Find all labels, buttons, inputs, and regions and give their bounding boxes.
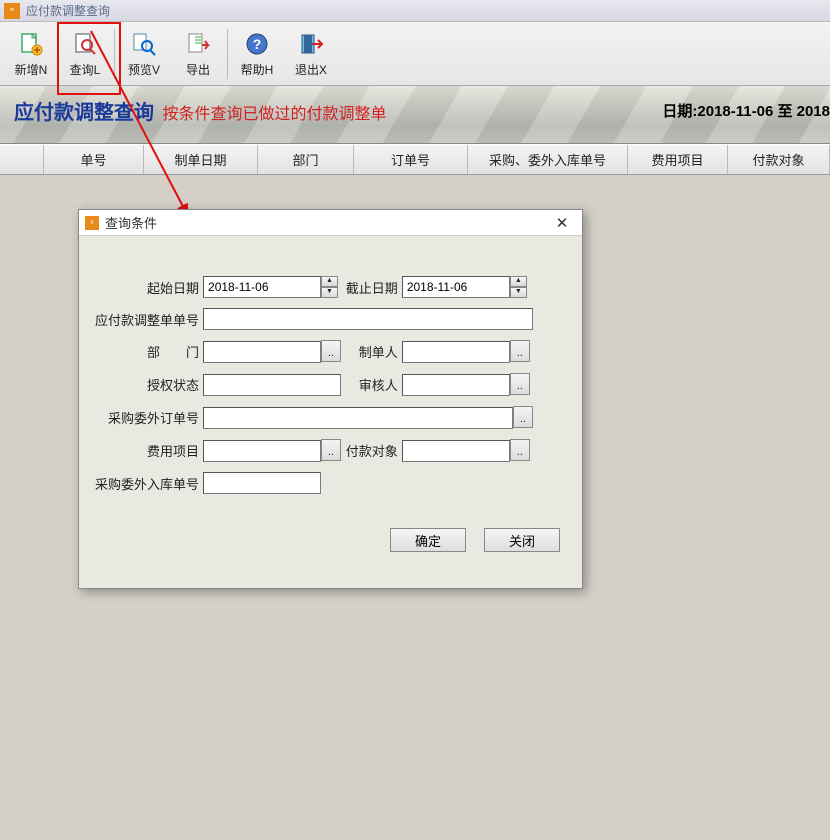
window-titlebar[interactable]: ≡ 应付款调整查询 bbox=[0, 0, 830, 22]
grid-header-row: 单号 制单日期 部门 订单号 采购、委外入库单号 费用项目 付款对象 bbox=[0, 145, 830, 175]
fee-item-input[interactable] bbox=[203, 440, 321, 462]
auth-state-input[interactable] bbox=[203, 374, 341, 396]
dialog-close-button[interactable]: ✕ bbox=[548, 214, 576, 232]
help-icon: ? bbox=[244, 31, 270, 57]
auditor-input[interactable] bbox=[402, 374, 510, 396]
help-label: 帮助H bbox=[241, 61, 274, 78]
grid-col-dept[interactable]: 部门 bbox=[258, 145, 354, 174]
exit-label: 退出X bbox=[295, 61, 327, 78]
new-icon bbox=[18, 31, 44, 57]
end-date-label: 截止日期 bbox=[344, 276, 401, 298]
grid-col-grn[interactable]: 采购、委外入库单号 bbox=[468, 145, 628, 174]
svg-text:?: ? bbox=[253, 36, 262, 52]
help-button[interactable]: ? 帮助H bbox=[230, 25, 284, 83]
doc-no-label: 应付款调整单单号 bbox=[95, 308, 203, 330]
dept-label: 部 门 bbox=[95, 340, 203, 363]
query-conditions-dialog: ≡ 查询条件 ✕ 起始日期 ▲ ▼ bbox=[78, 209, 583, 589]
po-no-input[interactable] bbox=[203, 407, 513, 429]
exit-button[interactable]: 退出X bbox=[284, 25, 338, 83]
new-label: 新增N bbox=[15, 61, 48, 78]
close-button[interactable]: 关闭 bbox=[484, 528, 560, 552]
grid-col-payee[interactable]: 付款对象 bbox=[728, 145, 830, 174]
dialog-button-bar: 确定 关闭 bbox=[79, 514, 582, 566]
page-header: 应付款调整查询 按条件查询已做过的付款调整单 日期:2018-11-06 至 2… bbox=[0, 86, 830, 144]
po-no-lookup-button[interactable]: .. bbox=[513, 406, 533, 428]
toolbar-separator bbox=[114, 29, 115, 79]
maker-lookup-button[interactable]: .. bbox=[510, 340, 530, 362]
grid-col-docno[interactable]: 单号 bbox=[44, 145, 144, 174]
payee-label: 付款对象 bbox=[344, 439, 401, 462]
maker-input[interactable] bbox=[402, 341, 510, 363]
dept-lookup-button[interactable]: .. bbox=[321, 340, 341, 362]
dept-input[interactable] bbox=[203, 341, 321, 363]
page-subtitle: 按条件查询已做过的付款调整单 bbox=[162, 106, 386, 123]
app-icon: ≡ bbox=[4, 3, 20, 19]
fee-item-lookup-button[interactable]: .. bbox=[321, 439, 341, 461]
preview-label: 预览V bbox=[128, 61, 160, 78]
grid-col-fee[interactable]: 费用项目 bbox=[628, 145, 728, 174]
page-title: 应付款调整查询 bbox=[14, 102, 154, 124]
grid-col-date[interactable]: 制单日期 bbox=[144, 145, 258, 174]
export-icon bbox=[185, 31, 211, 57]
dialog-body: 起始日期 ▲ ▼ 截止日期 bbox=[79, 236, 582, 514]
payee-input[interactable] bbox=[402, 440, 510, 462]
preview-icon bbox=[131, 31, 157, 57]
start-date-input[interactable] bbox=[203, 276, 321, 298]
query-icon bbox=[72, 31, 98, 57]
page-date-range: 日期:2018-11-06 至 2018 bbox=[662, 100, 830, 121]
export-button[interactable]: 导出 bbox=[171, 25, 225, 83]
export-label: 导出 bbox=[186, 61, 210, 78]
grn-no-input[interactable] bbox=[203, 472, 321, 494]
ok-button[interactable]: 确定 bbox=[390, 528, 466, 552]
query-label: 查询L bbox=[70, 61, 101, 78]
auditor-label: 审核人 bbox=[344, 373, 401, 396]
start-date-label: 起始日期 bbox=[95, 276, 203, 298]
end-date-spin-down[interactable]: ▼ bbox=[510, 287, 527, 298]
maker-label: 制单人 bbox=[344, 340, 401, 363]
window-title: 应付款调整查询 bbox=[26, 2, 110, 19]
fee-item-label: 费用项目 bbox=[95, 439, 203, 462]
end-date-input[interactable] bbox=[402, 276, 510, 298]
grid-col-order[interactable]: 订单号 bbox=[354, 145, 468, 174]
start-date-spin-up[interactable]: ▲ bbox=[321, 276, 338, 287]
dialog-titlebar[interactable]: ≡ 查询条件 ✕ bbox=[79, 210, 582, 236]
query-button[interactable]: 查询L bbox=[58, 25, 112, 83]
toolbar: 新增N 查询L 预览V 导出 ? 帮助H bbox=[0, 22, 830, 86]
new-button[interactable]: 新增N bbox=[4, 25, 58, 83]
payee-lookup-button[interactable]: .. bbox=[510, 439, 530, 461]
start-date-spin-down[interactable]: ▼ bbox=[321, 287, 338, 298]
exit-icon bbox=[298, 31, 324, 57]
preview-button[interactable]: 预览V bbox=[117, 25, 171, 83]
toolbar-separator bbox=[227, 29, 228, 79]
app-icon: ≡ bbox=[85, 216, 99, 230]
grid-col-selector[interactable] bbox=[0, 145, 44, 174]
main-window: ≡ 应付款调整查询 新增N 查询L 预览V 导出 bbox=[0, 0, 830, 840]
auth-state-label: 授权状态 bbox=[95, 373, 203, 396]
po-no-label: 采购委外订单号 bbox=[95, 406, 203, 429]
doc-no-input[interactable] bbox=[203, 308, 533, 330]
end-date-spin-up[interactable]: ▲ bbox=[510, 276, 527, 287]
auditor-lookup-button[interactable]: .. bbox=[510, 373, 530, 395]
dialog-title: 查询条件 bbox=[105, 213, 157, 232]
grn-no-label: 采购委外入库单号 bbox=[95, 472, 203, 494]
